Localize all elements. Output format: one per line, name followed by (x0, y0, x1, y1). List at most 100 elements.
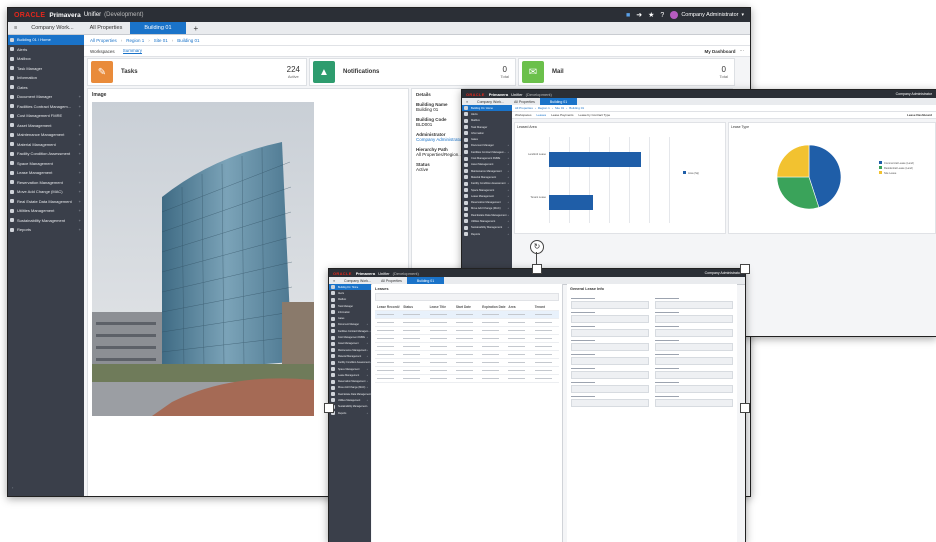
tab-2-workspaces[interactable]: Workspaces (515, 113, 531, 117)
column-header[interactable]: Tenant (533, 305, 559, 309)
expand-icon[interactable]: + (507, 163, 509, 166)
expand-icon[interactable]: + (367, 336, 368, 339)
tab-2-lease-payments[interactable]: Lease Payments (551, 113, 573, 117)
mail-card[interactable]: ✉ Mail 0 Total (518, 58, 735, 86)
tab-building-01-3[interactable]: Building 01 (407, 277, 444, 284)
sidebar-item[interactable]: Real Estate Data Management+ (8, 197, 84, 207)
tab-building-01[interactable]: Building 01 (130, 22, 185, 34)
expand-icon[interactable]: + (367, 374, 368, 377)
sidebar-item[interactable]: Lease Management+ (8, 168, 84, 178)
sidebar-item[interactable]: Facilities Contract Managem...+ (8, 102, 84, 112)
tab-2-lease-by-contract-type[interactable]: Lease by Contract Type (579, 113, 611, 117)
bar-1[interactable] (549, 195, 593, 210)
pie-slice-2[interactable] (777, 145, 809, 177)
expand-icon[interactable]: + (370, 330, 371, 333)
menu-icon[interactable]: ≡ (8, 25, 23, 31)
column-header[interactable]: Lease Record# (375, 305, 401, 309)
form-field[interactable] (571, 380, 649, 393)
expand-icon[interactable]: + (79, 142, 81, 147)
bar-0[interactable] (549, 152, 641, 167)
expand-icon[interactable]: + (507, 214, 509, 217)
expand-icon[interactable]: + (507, 157, 509, 160)
form-field[interactable] (655, 366, 733, 379)
expand-icon[interactable]: + (79, 161, 81, 166)
breadcrumb-2-building[interactable]: Building 01 (569, 106, 584, 110)
expand-icon[interactable]: + (507, 220, 509, 223)
collapse-icon[interactable]: ‹ (12, 485, 13, 490)
form-field[interactable] (655, 380, 733, 393)
table-row[interactable] (375, 375, 559, 383)
sidebar-item[interactable]: Building 01 / Home (8, 35, 84, 45)
column-header[interactable]: Lease Title (428, 305, 454, 309)
column-header[interactable]: Area (506, 305, 532, 309)
form-field[interactable] (571, 338, 649, 351)
expand-icon[interactable]: + (507, 151, 509, 154)
breadcrumb-site[interactable]: Site 01 (154, 38, 168, 43)
column-header[interactable]: Start Date (454, 305, 480, 309)
table-row[interactable] (375, 343, 559, 351)
expand-icon[interactable]: + (507, 201, 509, 204)
sidebar-item[interactable]: Reservation Management+ (8, 178, 84, 188)
tasks-card[interactable]: ✎ Tasks 224 Active (87, 58, 307, 86)
avatar[interactable] (670, 11, 678, 19)
expand-icon[interactable]: + (79, 189, 81, 194)
expand-icon[interactable]: + (79, 104, 81, 109)
form-field[interactable] (571, 394, 649, 407)
expand-icon[interactable]: + (79, 123, 81, 128)
expand-icon[interactable]: + (79, 218, 81, 223)
tab-summary[interactable]: Summary (123, 48, 142, 54)
expand-icon[interactable]: + (79, 227, 81, 232)
expand-icon[interactable]: + (507, 207, 509, 210)
column-header[interactable]: Expiration Date (480, 305, 506, 309)
expand-icon[interactable]: + (79, 180, 81, 185)
menu-icon-3[interactable]: ≡ (329, 279, 339, 283)
help-icon[interactable]: ? (660, 12, 664, 19)
user-name[interactable]: Company Administrator (681, 12, 738, 18)
expand-icon[interactable]: + (507, 189, 509, 192)
sidebar-item[interactable]: Sustainability Management+ (8, 216, 84, 226)
sidebar-3-item[interactable]: Reports+ (329, 410, 371, 416)
sidebar-2-item[interactable]: Reports+ (462, 231, 512, 237)
sidebar-item[interactable]: Asset Management+ (8, 121, 84, 131)
expand-icon[interactable]: + (367, 399, 368, 402)
more-icon[interactable]: ⋯ (740, 48, 745, 54)
chevron-down-icon[interactable]: ▾ (741, 12, 744, 18)
expand-icon[interactable]: + (367, 380, 368, 383)
expand-icon[interactable]: + (367, 405, 368, 408)
sidebar-item[interactable]: Gates (8, 83, 84, 93)
tab-2-leases[interactable]: Leases (536, 113, 546, 117)
form-field[interactable] (655, 296, 733, 309)
form-field[interactable] (655, 394, 733, 407)
expand-icon[interactable]: + (507, 195, 509, 198)
expand-icon[interactable]: + (367, 368, 368, 371)
sidebar-item[interactable]: Task Manager (8, 64, 84, 74)
sidebar-item[interactable]: Utilities Management+ (8, 206, 84, 216)
resize-handle-left[interactable] (324, 403, 334, 413)
form-field[interactable] (571, 310, 649, 323)
tab-workspaces[interactable]: Workspaces (90, 49, 115, 54)
sidebar-item[interactable]: Material Management+ (8, 140, 84, 150)
table-row[interactable] (375, 351, 559, 359)
table-row[interactable] (375, 359, 559, 367)
expand-icon[interactable]: + (79, 132, 81, 137)
tab-all-properties[interactable]: All Properties (82, 22, 131, 34)
tab-building-01-2[interactable]: Building 01 (540, 98, 577, 105)
expand-icon[interactable]: + (507, 170, 509, 173)
tab-company-workspace-2[interactable]: Company Work... (472, 98, 509, 105)
breadcrumb-2-site[interactable]: Site 01 (555, 106, 564, 110)
sidebar-item[interactable]: Cost Management FMRE+ (8, 111, 84, 121)
resize-handle-top[interactable] (532, 264, 542, 274)
breadcrumb-2-all-properties[interactable]: All Properties (515, 106, 533, 110)
tab-all-properties-3[interactable]: All Properties (376, 277, 407, 284)
sidebar-item[interactable]: Document Manager+ (8, 92, 84, 102)
breadcrumb-2-region[interactable]: Region 1 (538, 106, 550, 110)
rotate-handle-icon[interactable]: ↻ (530, 240, 544, 254)
expand-icon[interactable]: + (79, 94, 81, 99)
expand-icon[interactable]: + (79, 199, 81, 204)
dashboard-selector[interactable]: My Dashboard (704, 49, 735, 54)
form-field[interactable] (655, 324, 733, 337)
table-row[interactable] (375, 335, 559, 343)
user-name-2[interactable]: Company Administrator (896, 92, 932, 96)
form-field[interactable] (571, 296, 649, 309)
expand-icon[interactable]: + (507, 176, 509, 179)
